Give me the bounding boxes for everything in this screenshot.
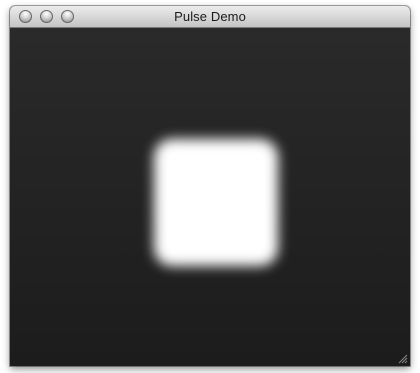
title-bar[interactable]: Pulse Demo: [10, 6, 410, 28]
resize-grip-icon[interactable]: [396, 352, 408, 364]
window-title: Pulse Demo: [174, 9, 246, 24]
pulse-square: [154, 139, 278, 266]
app-window: Pulse Demo: [10, 6, 410, 366]
canvas-area: [10, 28, 410, 366]
